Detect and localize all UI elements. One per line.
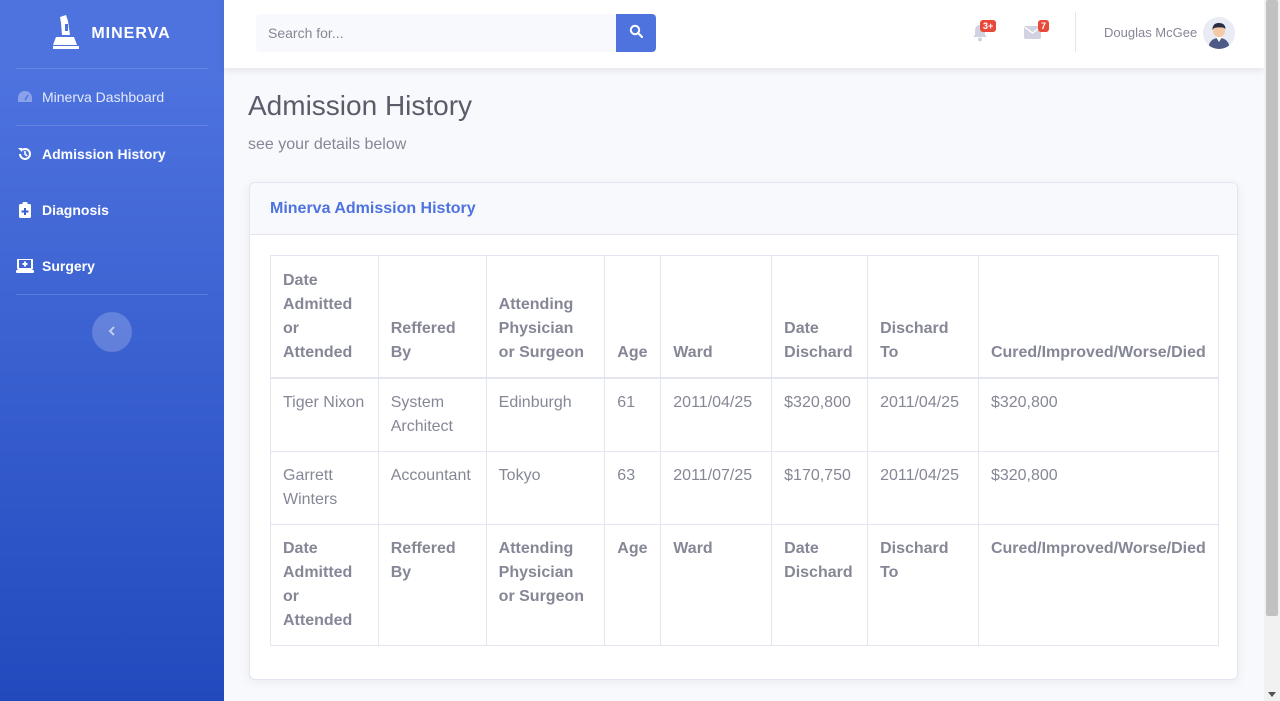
table-footer-row: Date Admitted or Attended Reffered By At… [270, 523, 1220, 646]
admission-table: Date Admitted or Attended Reffered By At… [270, 255, 1220, 646]
column-footer: Dischard To [867, 523, 979, 646]
card-header: Minerva Admission History [250, 183, 1237, 235]
page-subtitle: see your details below [248, 136, 407, 153]
tachometer-icon [16, 88, 34, 106]
table-cell: Accountant [377, 450, 487, 525]
table-header-row: Date Admitted or Attended Reffered By At… [270, 255, 1220, 379]
column-footer: Age [604, 523, 662, 646]
table-cell: Tokyo [485, 450, 606, 525]
search-button[interactable] [616, 14, 656, 52]
topbar-divider [1075, 12, 1076, 52]
sidebar-item-diagnosis[interactable]: Diagnosis [0, 182, 224, 238]
messages-button[interactable]: 7 [1024, 20, 1050, 46]
column-header[interactable]: Date Admitted or Attended [270, 255, 379, 379]
table-cell: 2011/04/25 [867, 377, 979, 452]
chevron-left-icon [108, 323, 116, 341]
sidebar-item-label: Minerva Dashboard [42, 89, 165, 105]
table-cell: 63 [604, 450, 662, 525]
alerts-badge: 3+ [980, 20, 997, 32]
brand-name: MINERVA [91, 25, 171, 42]
page-scrollbar[interactable] [1264, 0, 1280, 701]
column-footer: Cured/Improved/Worse/Died [977, 523, 1220, 646]
column-header[interactable]: Dischard To [867, 255, 979, 379]
sidebar-toggle-button[interactable] [92, 312, 132, 352]
sidebar-item-admission-history[interactable]: Admission History [0, 126, 224, 182]
column-footer: Date Dischard [771, 523, 869, 646]
minerva-logo-icon [53, 14, 80, 54]
table-cell: $170,750 [771, 450, 869, 525]
column-header[interactable]: Age [604, 255, 662, 379]
page-title: Admission History [248, 90, 473, 121]
table-cell: $320,800 [977, 377, 1220, 452]
search-bar [256, 14, 656, 52]
table-cell: 2011/04/25 [660, 377, 773, 452]
clipboard-icon [16, 201, 34, 219]
scroll-down-arrow-icon[interactable] [1268, 692, 1276, 697]
admission-history-card: Minerva Admission History Date Admitted … [249, 182, 1238, 680]
card-title: Minerva Admission History [270, 199, 476, 217]
column-header[interactable]: Attending Physician or Surgeon [485, 255, 606, 379]
column-footer: Date Admitted or Attended [270, 523, 379, 646]
table-cell: Garrett Winters [270, 450, 379, 525]
user-name[interactable]: Douglas McGee [1104, 25, 1197, 40]
column-footer: Attending Physician or Surgeon [485, 523, 606, 646]
sidebar-item-dashboard[interactable]: Minerva Dashboard [0, 69, 224, 125]
topbar: 3+ 7 Douglas McGee [224, 0, 1264, 68]
table-row: Tiger Nixon System Architect Edinburgh 6… [270, 377, 1220, 452]
table-cell: 61 [604, 377, 662, 452]
laptop-medical-icon [16, 257, 34, 275]
table-cell: 2011/07/25 [660, 450, 773, 525]
sidebar-divider [16, 294, 208, 295]
column-header[interactable]: Reffered By [377, 255, 487, 379]
messages-badge: 7 [1038, 20, 1050, 32]
column-footer: Reffered By [377, 523, 487, 646]
search-input[interactable] [256, 14, 616, 52]
column-footer: Ward [660, 523, 773, 646]
scrollbar-thumb[interactable] [1266, 0, 1278, 616]
table-row: Garrett Winters Accountant Tokyo 63 2011… [270, 450, 1220, 525]
search-icon [629, 24, 644, 43]
table-cell: $320,800 [977, 450, 1220, 525]
avatar[interactable] [1203, 17, 1235, 49]
table-cell: System Architect [377, 377, 487, 452]
table-cell: Tiger Nixon [270, 377, 379, 452]
sidebar-brand[interactable]: MINERVA [0, 0, 224, 68]
sidebar-item-label: Diagnosis [42, 202, 109, 218]
table-cell: Edinburgh [485, 377, 606, 452]
history-icon [16, 145, 34, 163]
table-cell: 2011/04/25 [867, 450, 979, 525]
sidebar-item-surgery[interactable]: Surgery [0, 238, 224, 294]
column-header[interactable]: Cured/Improved/Worse/Died [977, 255, 1220, 379]
card-body: Date Admitted or Attended Reffered By At… [250, 235, 1237, 666]
sidebar: MINERVA Minerva Dashboard Admission Hist… [0, 0, 224, 701]
sidebar-item-label: Surgery [42, 258, 95, 274]
table-cell: $320,800 [771, 377, 869, 452]
alerts-button[interactable]: 3+ [972, 20, 997, 46]
column-header[interactable]: Ward [660, 255, 773, 379]
sidebar-item-label: Admission History [42, 146, 166, 162]
column-header[interactable]: Date Dischard [771, 255, 869, 379]
